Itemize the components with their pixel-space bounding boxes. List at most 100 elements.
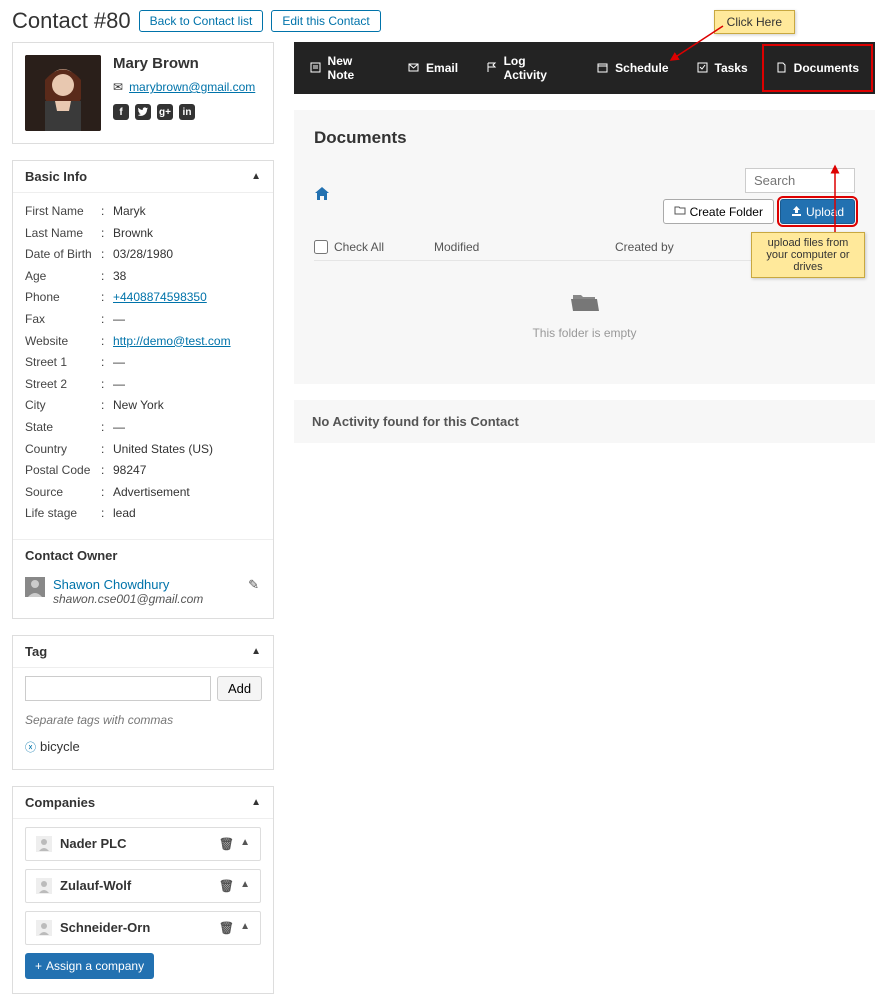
edit-owner-icon[interactable]: ✎ (248, 577, 259, 593)
company-avatar-icon (36, 878, 52, 894)
twitter-icon[interactable] (135, 104, 151, 120)
upload-button[interactable]: Upload (780, 199, 855, 224)
googleplus-icon[interactable]: g+ (157, 104, 173, 120)
info-label: City (25, 395, 101, 417)
info-value: lead (113, 506, 136, 520)
upload-icon (791, 205, 802, 219)
tag-input[interactable] (25, 676, 211, 701)
doc-icon (776, 62, 788, 74)
remove-tag-icon[interactable]: ⓧ (25, 739, 36, 755)
companies-panel: Companies ▲ Nader PLC🗑▲Zulauf-Wolf🗑▲Schn… (12, 786, 274, 994)
folder-icon (674, 204, 686, 219)
info-label: Website (25, 331, 101, 353)
info-value: — (113, 377, 125, 391)
tag-title: Tag (25, 644, 47, 659)
nav-new-note[interactable]: New Note (296, 44, 394, 92)
plus-icon: + (35, 959, 42, 973)
nav-documents[interactable]: Documents (762, 44, 873, 92)
nav-schedule[interactable]: Schedule (583, 44, 682, 92)
info-link[interactable]: http://demo@test.com (113, 334, 231, 348)
check-icon (697, 62, 709, 74)
company-avatar-icon (36, 836, 52, 852)
facebook-icon[interactable]: f (113, 104, 129, 120)
nav-log-activity[interactable]: Log Activity (472, 44, 583, 92)
info-row: Country:United States (US) (25, 439, 261, 461)
company-item[interactable]: Schneider-Orn 🗑 ▲ (25, 911, 261, 945)
info-value: 03/28/1980 (113, 247, 173, 261)
empty-folder-icon (314, 291, 855, 320)
company-name: Schneider-Orn (60, 920, 150, 935)
info-row: Last Name:Brownk (25, 223, 261, 245)
info-link[interactable]: +4408874598350 (113, 290, 207, 304)
assign-company-button[interactable]: + Assign a company (25, 953, 154, 979)
delete-company-icon[interactable]: 🗑 (219, 921, 234, 935)
home-icon[interactable] (314, 186, 330, 207)
expand-company-icon[interactable]: ▲ (240, 921, 250, 935)
info-row: Fax:— (25, 309, 261, 331)
check-all-label: Check All (334, 240, 384, 254)
basic-info-panel: Basic Info ▲ First Name:MarykLast Name:B… (12, 160, 274, 619)
info-label: Date of Birth (25, 244, 101, 266)
info-value: Advertisement (113, 485, 190, 499)
flag-icon (486, 62, 498, 74)
tag-panel: Tag ▲ Add Separate tags with commas ⓧbic… (12, 635, 274, 770)
nav-tasks[interactable]: Tasks (683, 44, 762, 92)
back-to-list-button[interactable]: Back to Contact list (139, 10, 264, 32)
note-icon (310, 62, 322, 74)
delete-company-icon[interactable]: 🗑 (219, 837, 234, 851)
owner-name-link[interactable]: Shawon Chowdhury (53, 577, 240, 592)
info-label: Street 2 (25, 374, 101, 396)
no-activity-message: No Activity found for this Contact (294, 400, 875, 443)
info-value: — (113, 420, 125, 434)
info-label: First Name (25, 201, 101, 223)
add-tag-button[interactable]: Add (217, 676, 262, 701)
info-label: Fax (25, 309, 101, 331)
edit-contact-button[interactable]: Edit this Contact (271, 10, 380, 32)
delete-company-icon[interactable]: 🗑 (219, 879, 234, 893)
info-label: State (25, 417, 101, 439)
profile-card: Mary Brown ✉ marybrown@gmail.com f g+ in (12, 42, 274, 144)
info-row: First Name:Maryk (25, 201, 261, 223)
annotation-click-here: Click Here (714, 10, 795, 34)
company-item[interactable]: Zulauf-Wolf 🗑 ▲ (25, 869, 261, 903)
search-input[interactable] (745, 168, 855, 193)
expand-company-icon[interactable]: ▲ (240, 879, 250, 893)
info-row: Phone:+4408874598350 (25, 287, 261, 309)
info-value: United States (US) (113, 442, 213, 456)
info-row: Date of Birth:03/28/1980 (25, 244, 261, 266)
owner-avatar (25, 577, 45, 597)
owner-email: shawon.cse001@gmail.com (53, 592, 240, 606)
expand-company-icon[interactable]: ▲ (240, 837, 250, 851)
tag-help-text: Separate tags with commas (25, 713, 261, 727)
col-created-by: Created by (615, 240, 755, 254)
page-title: Contact #80 (12, 8, 131, 34)
collapse-icon[interactable]: ▲ (251, 797, 261, 808)
info-value: 38 (113, 269, 126, 283)
collapse-icon[interactable]: ▲ (251, 171, 261, 182)
avatar (25, 55, 101, 131)
company-avatar-icon (36, 920, 52, 936)
company-item[interactable]: Nader PLC 🗑 ▲ (25, 827, 261, 861)
info-row: Age:38 (25, 266, 261, 288)
info-row: Source:Advertisement (25, 482, 261, 504)
contact-name: Mary Brown (113, 55, 261, 72)
contact-owner-title: Contact Owner (25, 548, 117, 563)
info-label: Source (25, 482, 101, 504)
info-label: Life stage (25, 503, 101, 525)
collapse-icon[interactable]: ▲ (251, 646, 261, 657)
info-label: Age (25, 266, 101, 288)
col-modified: Modified (434, 240, 615, 254)
create-folder-button[interactable]: Create Folder (663, 199, 774, 224)
calendar-icon (597, 62, 609, 74)
documents-heading: Documents (314, 128, 855, 148)
mail-icon (408, 62, 420, 74)
company-name: Zulauf-Wolf (60, 878, 131, 893)
contact-email-link[interactable]: marybrown@gmail.com (129, 80, 255, 94)
linkedin-icon[interactable]: in (179, 104, 195, 120)
company-name: Nader PLC (60, 836, 126, 851)
nav-email[interactable]: Email (394, 44, 472, 92)
check-all-checkbox[interactable] (314, 240, 328, 254)
info-row: Street 1:— (25, 352, 261, 374)
mail-icon: ✉ (113, 80, 123, 94)
info-value: — (113, 355, 125, 369)
